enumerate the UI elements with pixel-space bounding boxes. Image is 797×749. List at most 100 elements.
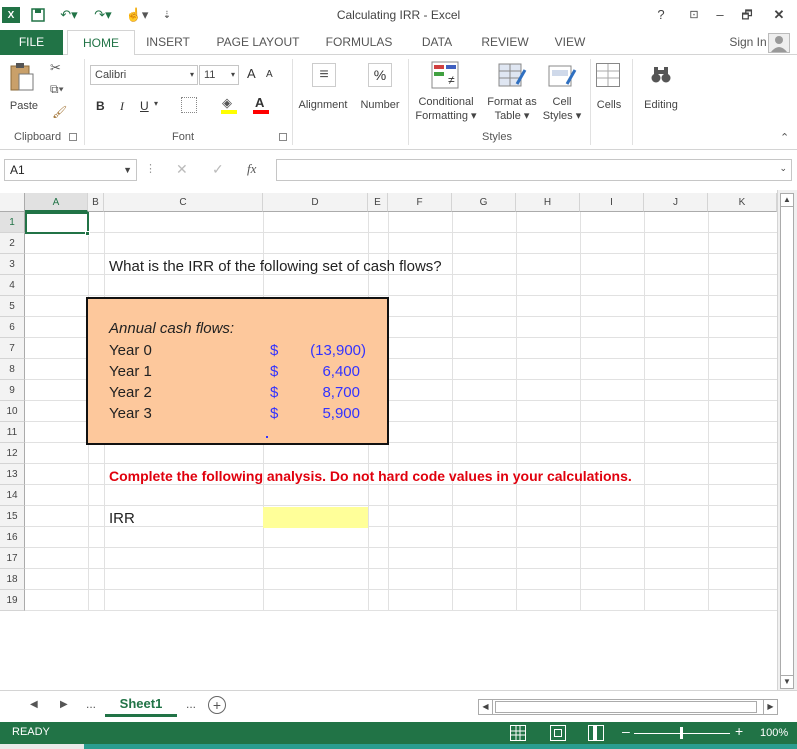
grow-font-button[interactable]: A <box>247 66 256 81</box>
sheet-scroll-left-icon[interactable]: ◀ <box>30 699 38 710</box>
font-color-icon[interactable]: A <box>255 95 264 110</box>
conditional-formatting-icon[interactable]: ≠ <box>430 60 460 90</box>
zoom-level[interactable]: 100% <box>760 727 788 739</box>
clipboard-launcher-icon[interactable] <box>69 133 77 141</box>
find-binoculars-icon[interactable] <box>650 65 672 90</box>
cancel-entry-icon[interactable]: ✕ <box>176 161 188 178</box>
normal-view-icon[interactable] <box>510 725 526 741</box>
chevron-down-icon[interactable]: ▾ <box>154 99 158 108</box>
row-header-10[interactable]: 10 <box>0 401 25 422</box>
row-header-4[interactable]: 4 <box>0 275 25 296</box>
instruction-text[interactable]: Complete the following analysis. Do not … <box>109 468 632 484</box>
tab-review[interactable]: REVIEW <box>477 30 533 55</box>
italic-button[interactable]: I <box>120 99 124 114</box>
number-format-icon[interactable]: % <box>368 63 392 87</box>
column-header-b[interactable]: B <box>88 193 104 212</box>
insert-function-icon[interactable]: fx <box>247 161 256 177</box>
row-header-9[interactable]: 9 <box>0 380 25 401</box>
vertical-scroll-thumb[interactable] <box>780 206 794 676</box>
format-as-table-icon[interactable] <box>497 60 527 90</box>
zoom-out-icon[interactable]: – <box>622 723 630 739</box>
tab-insert[interactable]: INSERT <box>142 30 194 55</box>
close-button[interactable]: ✕ <box>768 4 790 26</box>
column-header-f[interactable]: F <box>388 193 452 212</box>
underline-button[interactable]: U <box>140 99 149 113</box>
cut-icon[interactable]: ✂ <box>50 60 61 76</box>
page-break-view-icon[interactable] <box>588 725 604 741</box>
tab-page-layout[interactable]: PAGE LAYOUT <box>213 30 303 55</box>
cash-flow-heading[interactable]: Annual cash flows: <box>109 320 234 337</box>
cash-flow-label-year0[interactable]: Year 0 <box>109 342 152 359</box>
tab-data[interactable]: DATA <box>414 30 460 55</box>
minimize-button[interactable]: – <box>709 4 731 26</box>
font-launcher-icon[interactable] <box>279 133 287 141</box>
add-sheet-button[interactable]: + <box>208 696 226 714</box>
confirm-entry-icon[interactable]: ✓ <box>212 161 224 178</box>
select-all-corner[interactable] <box>0 193 25 212</box>
cash-flow-label-year2[interactable]: Year 2 <box>109 384 152 401</box>
row-header-6[interactable]: 6 <box>0 317 25 338</box>
tab-file[interactable]: FILE <box>0 30 63 55</box>
cash-flow-value-year2[interactable]: 8,700 <box>290 384 360 401</box>
row-header-3[interactable]: 3 <box>0 254 25 275</box>
row-header-18[interactable]: 18 <box>0 569 25 590</box>
column-header-h[interactable]: H <box>516 193 580 212</box>
zoom-in-icon[interactable]: + <box>735 723 743 739</box>
cell-styles-icon[interactable] <box>547 60 577 90</box>
alignment-button[interactable]: Alignment <box>294 98 352 112</box>
tab-home[interactable]: HOME <box>67 30 135 56</box>
sheet-scroll-right-icon[interactable]: ▶ <box>60 699 68 710</box>
column-header-g[interactable]: G <box>452 193 516 212</box>
conditional-formatting-button[interactable]: Conditional Formatting ▾ <box>410 95 482 123</box>
copy-icon[interactable]: ⧉▾ <box>50 82 64 97</box>
column-header-j[interactable]: J <box>644 193 708 212</box>
name-box[interactable]: A1 ▼ <box>4 159 137 181</box>
tab-view[interactable]: VIEW <box>549 30 591 55</box>
row-header-8[interactable]: 8 <box>0 359 25 380</box>
horizontal-scroll-thumb[interactable] <box>495 701 757 713</box>
row-header-11[interactable]: 11 <box>0 422 25 443</box>
scroll-up-icon[interactable]: ▲ <box>780 193 794 207</box>
paste-label[interactable]: Paste <box>4 99 44 113</box>
cell-styles-button[interactable]: Cell Styles ▾ <box>538 95 586 123</box>
ribbon-display-button[interactable]: ⊡ <box>683 4 705 26</box>
sheet-more-left[interactable]: ... <box>86 697 96 711</box>
row-header-14[interactable]: 14 <box>0 485 25 506</box>
bold-button[interactable]: B <box>96 99 105 113</box>
page-layout-view-icon[interactable] <box>550 725 566 741</box>
cells-button[interactable]: Cells <box>592 98 626 112</box>
selected-cell-a1[interactable] <box>25 212 89 234</box>
row-header-12[interactable]: 12 <box>0 443 25 464</box>
column-header-d[interactable]: D <box>263 193 368 212</box>
row-header-2[interactable]: 2 <box>0 233 25 254</box>
cash-flow-value-year3[interactable]: 5,900 <box>290 405 360 422</box>
editing-button[interactable]: Editing <box>638 98 684 112</box>
vertical-scrollbar[interactable]: ▲ ▼ <box>777 190 797 690</box>
column-header-i[interactable]: I <box>580 193 644 212</box>
paste-icon[interactable] <box>8 61 36 93</box>
font-name-select[interactable]: Calibri ▾ <box>90 65 198 85</box>
scroll-left-icon[interactable]: ◀ <box>479 700 493 714</box>
collapse-ribbon-icon[interactable]: ⌃ <box>780 131 789 144</box>
cells-icon[interactable] <box>596 63 620 87</box>
shrink-font-button[interactable]: A <box>266 69 273 80</box>
scroll-right-icon[interactable]: ▶ <box>763 700 777 714</box>
format-as-table-button[interactable]: Format as Table ▾ <box>482 95 542 123</box>
sign-in-link[interactable]: Sign In <box>726 30 770 55</box>
horizontal-scrollbar[interactable]: ◀ ▶ <box>478 699 778 715</box>
irr-label[interactable]: IRR <box>109 510 135 527</box>
tab-formulas[interactable]: FORMULAS <box>321 30 397 55</box>
restore-button[interactable]: 🗗 <box>736 4 758 26</box>
help-button[interactable]: ? <box>650 4 672 26</box>
cash-flow-label-year3[interactable]: Year 3 <box>109 405 152 422</box>
row-header-19[interactable]: 19 <box>0 590 25 611</box>
column-header-c[interactable]: C <box>104 193 263 212</box>
fill-color-icon[interactable]: ◈ <box>222 95 232 111</box>
irr-input-cell[interactable] <box>263 507 368 528</box>
column-header-k[interactable]: K <box>708 193 777 212</box>
user-avatar-icon[interactable] <box>768 33 790 53</box>
row-header-5[interactable]: 5 <box>0 296 25 317</box>
scroll-down-icon[interactable]: ▼ <box>780 675 794 689</box>
cash-flow-value-year0[interactable]: (13,900) <box>290 342 366 359</box>
row-header-17[interactable]: 17 <box>0 548 25 569</box>
